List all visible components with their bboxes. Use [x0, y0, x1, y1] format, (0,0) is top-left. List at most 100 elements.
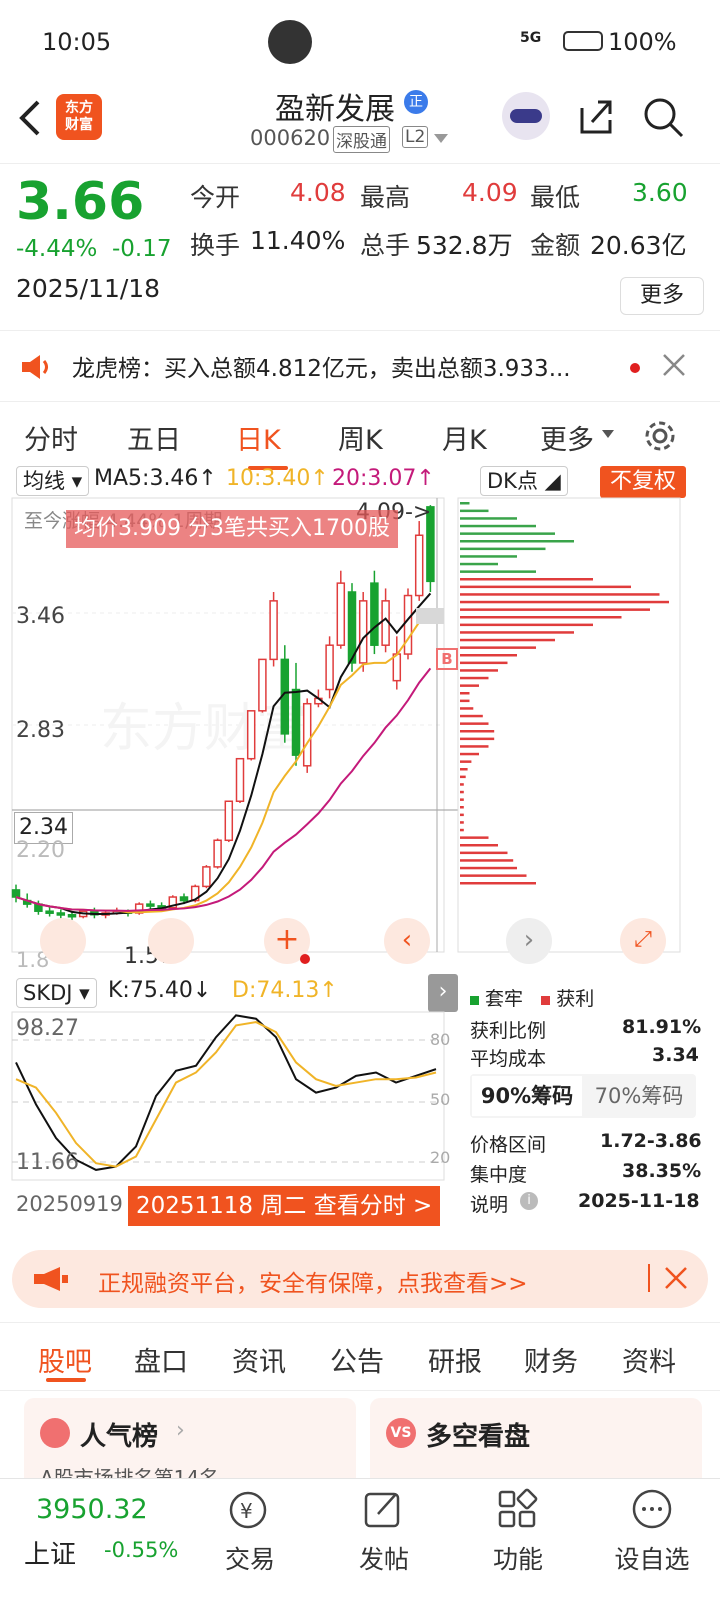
tab-five-day[interactable]: 五日 [127, 418, 181, 457]
candle [370, 582, 379, 646]
chip-bar [460, 699, 470, 703]
fullscreen-button[interactable]: ⤢ [620, 918, 666, 964]
kline-chart[interactable]: 东方财富 [0, 496, 720, 954]
start-date: 20250919 [16, 1192, 123, 1216]
tab-90-chips[interactable]: 90%筹码 [472, 1076, 582, 1116]
chip-legend: 套牢 获利 [470, 984, 594, 1011]
nav-trade[interactable]: 交易 [200, 1540, 300, 1576]
kdj-d-value: D:74.13↑ [232, 978, 338, 1003]
chip-bar [460, 631, 574, 634]
chip-bar [460, 578, 593, 581]
tab-monthly-k[interactable]: 月K [442, 418, 487, 457]
financing-banner[interactable]: 正规融资平台，安全有保障，点我查看>> [12, 1250, 708, 1308]
dk-point-select[interactable]: DK点 ◢ [480, 466, 568, 496]
index-name[interactable]: 上证 [24, 1534, 76, 1571]
divider [0, 1390, 720, 1391]
tab-guba[interactable]: 股吧 [38, 1340, 92, 1379]
chip-stat-label: 平均成本 [470, 1048, 547, 1070]
chip-bar [460, 722, 489, 725]
chip-bar [460, 638, 555, 642]
l2-tag: L2 [402, 126, 429, 148]
search-icon[interactable] [642, 96, 684, 138]
notice-bar[interactable]: 龙虎榜：买入总额4.812亿元，卖出总额3.933... [0, 330, 720, 402]
chip-stat-label: 集中度 [470, 1164, 528, 1186]
post-icon[interactable] [362, 1488, 406, 1530]
nav-post[interactable]: 发帖 [334, 1540, 434, 1576]
tab-announcement[interactable]: 公告 [330, 1340, 384, 1379]
chip-bar [460, 524, 536, 528]
function-icon[interactable] [496, 1488, 540, 1530]
scroll-left-button[interactable]: ‹ [384, 918, 430, 964]
svg-text:¥: ¥ [240, 1499, 253, 1523]
close-icon[interactable] [662, 353, 686, 377]
chip-bar [460, 783, 464, 786]
candle [392, 653, 402, 682]
period-button[interactable] [148, 918, 194, 964]
candle [224, 800, 234, 842]
assistant-avatar[interactable] [502, 92, 550, 140]
chip-bar [460, 859, 514, 862]
chip-bar [460, 593, 660, 596]
open-value: 4.08 [290, 178, 346, 207]
close-icon[interactable] [664, 1266, 688, 1290]
kdj-20: 20 [430, 1148, 451, 1167]
tab-70-chips[interactable]: 70%筹码 [584, 1076, 694, 1116]
chip-bar [460, 555, 517, 558]
chip-bar [460, 646, 536, 649]
tab-finance[interactable]: 财务 [524, 1340, 578, 1379]
candle [302, 702, 312, 767]
adjust-mode-button[interactable]: 不复权 [600, 466, 686, 498]
chip-bar [460, 707, 474, 710]
kdj-80: 80 [430, 1030, 451, 1049]
chevron-right-icon: › [176, 1418, 185, 1443]
kdj-select-label: SKDJ [23, 981, 73, 1005]
notice-text: 龙虎榜：买入总额4.812亿元，卖出总额3.933... [72, 356, 571, 382]
tab-research[interactable]: 研报 [428, 1340, 482, 1379]
divider [0, 1322, 720, 1323]
index-pct: -0.55% [104, 1538, 179, 1562]
volume-value: 532.8万 [416, 231, 513, 260]
kdj-select[interactable]: SKDJ ▾ [16, 978, 97, 1008]
chip-tabs: 90%筹码 70%筹码 [470, 1074, 696, 1118]
candle [11, 889, 21, 898]
legend-profit: 获利 [556, 988, 595, 1010]
candle [358, 600, 368, 664]
nav-add-watchlist[interactable]: 设自选 [602, 1540, 702, 1576]
chip-bar [460, 562, 498, 566]
price-change: -0.17 [112, 236, 172, 262]
candle [45, 910, 54, 914]
view-intraday-button[interactable]: 20251118 周二 查看分时 > [128, 1186, 441, 1226]
chip-bar [460, 866, 517, 870]
more-button[interactable]: 更多 [620, 277, 704, 315]
app-logo: 东方 财富 [56, 94, 102, 140]
battery-icon [563, 31, 603, 51]
expand-arrow-button[interactable]: › [428, 974, 458, 1012]
settings-icon[interactable] [642, 418, 678, 454]
status-bar: 10:05 5G 100% [0, 0, 720, 80]
tab-profile[interactable]: 资料 [622, 1340, 676, 1379]
chip-bar [460, 813, 464, 817]
chevron-down-icon[interactable] [434, 134, 448, 144]
chip-stat-value: 1.72-3.86 [600, 1130, 702, 1152]
tab-pankou[interactable]: 盘口 [134, 1340, 188, 1379]
back-icon[interactable] [16, 98, 44, 138]
watermark-logo: 东方财富 [100, 699, 308, 759]
tab-news[interactable]: 资讯 [232, 1340, 286, 1379]
scroll-right-button[interactable]: › [506, 918, 552, 964]
low-value: 3.60 [632, 178, 688, 207]
ma-select[interactable]: 均线 ▾ [16, 466, 90, 496]
kdj-50: 50 [430, 1090, 451, 1109]
tab-intraday[interactable]: 分时 [24, 418, 78, 457]
buy-marker: B [436, 648, 458, 670]
chip-bar [460, 745, 489, 748]
draw-tool-button[interactable] [40, 918, 86, 964]
tab-more[interactable]: 更多 [540, 418, 594, 457]
tab-daily-k[interactable]: 日K [236, 418, 281, 457]
info-icon[interactable]: i [520, 1192, 538, 1210]
tab-weekly-k[interactable]: 周K [338, 418, 383, 457]
watchlist-icon[interactable] [630, 1488, 674, 1530]
share-icon[interactable] [576, 96, 616, 136]
trade-icon[interactable]: ¥ [228, 1490, 272, 1530]
nav-function[interactable]: 功能 [468, 1540, 568, 1576]
chip-bar [460, 851, 508, 855]
